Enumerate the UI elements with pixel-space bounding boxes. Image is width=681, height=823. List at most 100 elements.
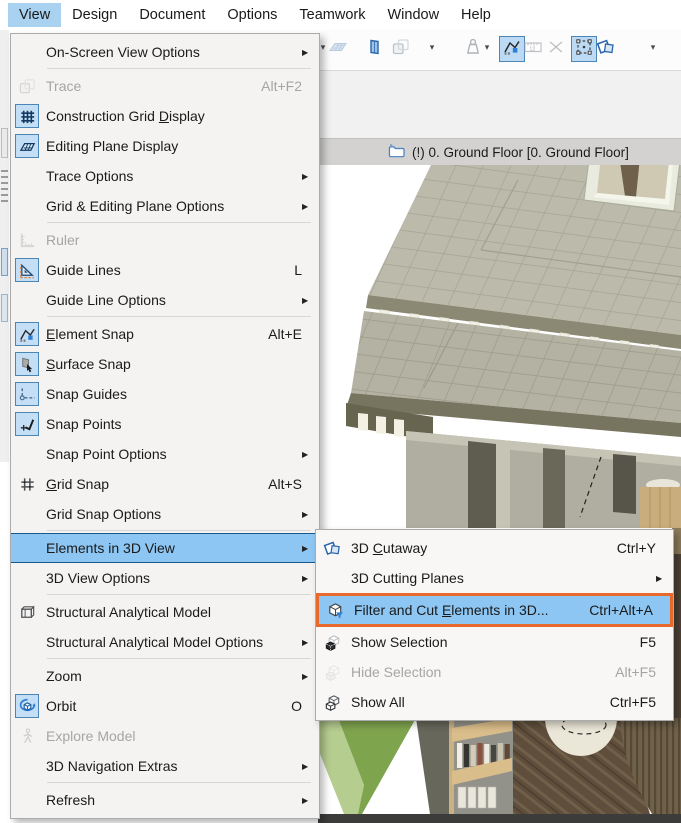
weight-icon — [463, 37, 483, 62]
toolbar-icon-fragment — [1, 294, 8, 322]
menu-separator — [47, 530, 311, 531]
left-toolbar-sliver — [0, 30, 9, 462]
menu-item-shortcut: O — [291, 698, 302, 714]
no-icon — [15, 536, 39, 560]
menu-item-elements-in-3d-view[interactable]: Elements in 3D View ▶ — [11, 533, 319, 563]
grid-slab-icon — [328, 37, 348, 62]
menu-item-label: Show All — [351, 694, 405, 710]
toolbar-cutaway-button[interactable] — [593, 36, 619, 62]
menu-item-snap-point-options[interactable]: Snap Point Options ▶ — [11, 439, 319, 469]
editing-plane-icon — [15, 134, 39, 158]
menu-item-ruler[interactable]: Ruler — [11, 225, 319, 255]
menu-item-zoom[interactable]: Zoom ▶ — [11, 661, 319, 691]
menubar-item-window[interactable]: Window — [376, 3, 450, 27]
drag-handle-dots — [1, 170, 8, 206]
dropdown-caret-icon[interactable]: ▾ — [482, 42, 492, 53]
menu-item-editing-plane-display[interactable]: Editing Plane Display — [11, 131, 319, 161]
no-arrow — [302, 270, 319, 271]
menu-item-snap-guides[interactable]: Snap Guides — [11, 379, 319, 409]
menu-item-guide-line-options[interactable]: Guide Line Options ▶ — [11, 285, 319, 315]
no-icon — [15, 442, 39, 466]
menu-item-snap-points[interactable]: Snap Points — [11, 409, 319, 439]
menu-item-guide-lines[interactable]: Guide Lines L — [11, 255, 319, 285]
toolbar-trace-button[interactable] — [388, 36, 414, 62]
menu-separator — [47, 222, 311, 223]
menu-item-surface-snap[interactable]: Surface Snap — [11, 349, 319, 379]
no-icon — [15, 788, 39, 812]
structural-model-icon — [15, 600, 39, 624]
menu-item-structural-analytical-model[interactable]: Structural Analytical Model — [11, 597, 319, 627]
menu-item-shortcut: Ctrl+Alt+A — [589, 602, 653, 618]
submenu-arrow-icon: ▶ — [656, 574, 663, 583]
hide-selection-icon — [320, 660, 344, 684]
menu-item-3d-cutaway[interactable]: 3D Cutaway Ctrl+Y — [316, 533, 673, 563]
no-icon — [15, 630, 39, 654]
submenu-arrow-icon: ▶ — [302, 296, 309, 305]
menu-item-orbit[interactable]: Orbit O — [11, 691, 319, 721]
menu-item-grid-snap-options[interactable]: Grid Snap Options ▶ — [11, 499, 319, 529]
no-icon — [15, 754, 39, 778]
menu-item-grid-editing-plane-options[interactable]: Grid & Editing Plane Options ▶ — [11, 191, 319, 221]
snap-guides-icon — [15, 382, 39, 406]
toolbar-blue-panel-button[interactable] — [362, 36, 388, 62]
cutaway-icon — [596, 37, 616, 62]
menubar-item-document[interactable]: Document — [128, 3, 216, 27]
toolbar-gap-strip — [318, 71, 681, 138]
menu-item-construction-grid-display[interactable]: Construction Grid Display — [11, 101, 319, 131]
toolbar-icon-fragment — [1, 128, 8, 158]
menu-item-trace-options[interactable]: Trace Options ▶ — [11, 161, 319, 191]
menu-item-label: 3D Cutaway — [351, 540, 428, 556]
menu-item-show-selection[interactable]: Show Selection F5 — [316, 627, 673, 657]
blue-panel-icon — [365, 37, 385, 62]
menu-item-label: Surface Snap — [46, 356, 131, 372]
menu-item-refresh[interactable]: Refresh ▶ — [11, 785, 319, 815]
toolbar-grid-slab-button[interactable] — [325, 36, 351, 62]
menu-separator — [47, 782, 311, 783]
ruler-12-icon: 12 — [523, 37, 543, 62]
menu-item-3d-navigation-extras[interactable]: 3D Navigation Extras ▶ — [11, 751, 319, 781]
menu-item-explore-model[interactable]: Explore Model — [11, 721, 319, 751]
no-arrow — [302, 736, 319, 737]
tab-title: (!) 0. Ground Floor [0. Ground Floor] — [412, 144, 629, 160]
no-arrow — [302, 240, 319, 241]
menu-item-filter-and-cut-elements-in-3d[interactable]: Filter and Cut Elements in 3D... Ctrl+Alt… — [316, 593, 673, 627]
folder-icon — [388, 143, 412, 162]
no-arrow — [302, 86, 319, 87]
no-icon — [15, 194, 39, 218]
cutaway-icon — [320, 536, 344, 560]
menu-item-show-all[interactable]: Show All Ctrl+F5 — [316, 687, 673, 717]
no-icon — [15, 566, 39, 590]
viewport-tab-bar[interactable]: (!) 0. Ground Floor [0. Ground Floor] — [318, 138, 681, 165]
snap-points-icon — [15, 412, 39, 436]
no-icon — [15, 164, 39, 188]
menubar-item-help[interactable]: Help — [450, 3, 502, 27]
dropdown-caret-icon[interactable]: ▾ — [648, 42, 658, 53]
menu-item-label: Grid Snap — [46, 476, 110, 492]
toolbar-pinch-x-button[interactable] — [543, 36, 569, 62]
menu-item-shortcut: Alt+F5 — [615, 664, 656, 680]
menu-item-structural-analytical-model-options[interactable]: Structural Analytical Model Options ▶ — [11, 627, 319, 657]
trace-icon — [391, 37, 411, 62]
menu-item-shortcut: Ctrl+F5 — [609, 694, 656, 710]
elements-in-3d-view-submenu: 3D Cutaway Ctrl+Y 3D Cutting Planes ▶ Filter… — [315, 529, 674, 721]
menu-item-on-screen-view-options[interactable]: On-Screen View Options ▶ — [11, 37, 319, 67]
menu-item-hide-selection[interactable]: Hide Selection Alt+F5 — [316, 657, 673, 687]
menu-item-3d-cutting-planes[interactable]: 3D Cutting Planes ▶ — [316, 563, 673, 593]
menu-item-trace[interactable]: Trace Alt+F2 — [11, 71, 319, 101]
menu-item-shortcut: Alt+S — [268, 476, 302, 492]
menu-item-shortcut: Alt+F2 — [261, 78, 302, 94]
menubar-item-design[interactable]: Design — [61, 3, 128, 27]
menubar-item-options[interactable]: Options — [216, 3, 288, 27]
viewport-bottom-edge — [318, 814, 681, 823]
menu-item-element-snap[interactable]: Element Snap Alt+E — [11, 319, 319, 349]
dropdown-caret-icon[interactable]: ▾ — [427, 42, 437, 53]
menu-item-grid-snap[interactable]: Grid Snap Alt+S — [11, 469, 319, 499]
grid-snap-icon — [15, 472, 39, 496]
no-arrow — [302, 394, 319, 395]
no-arrow — [302, 364, 319, 365]
menu-item-label: Zoom — [46, 668, 82, 684]
pinch-x-icon — [546, 37, 566, 62]
menu-item-3d-view-options[interactable]: 3D View Options ▶ — [11, 563, 319, 593]
menubar-item-view[interactable]: View — [8, 3, 62, 27]
menubar-item-teamwork[interactable]: Teamwork — [288, 3, 376, 27]
